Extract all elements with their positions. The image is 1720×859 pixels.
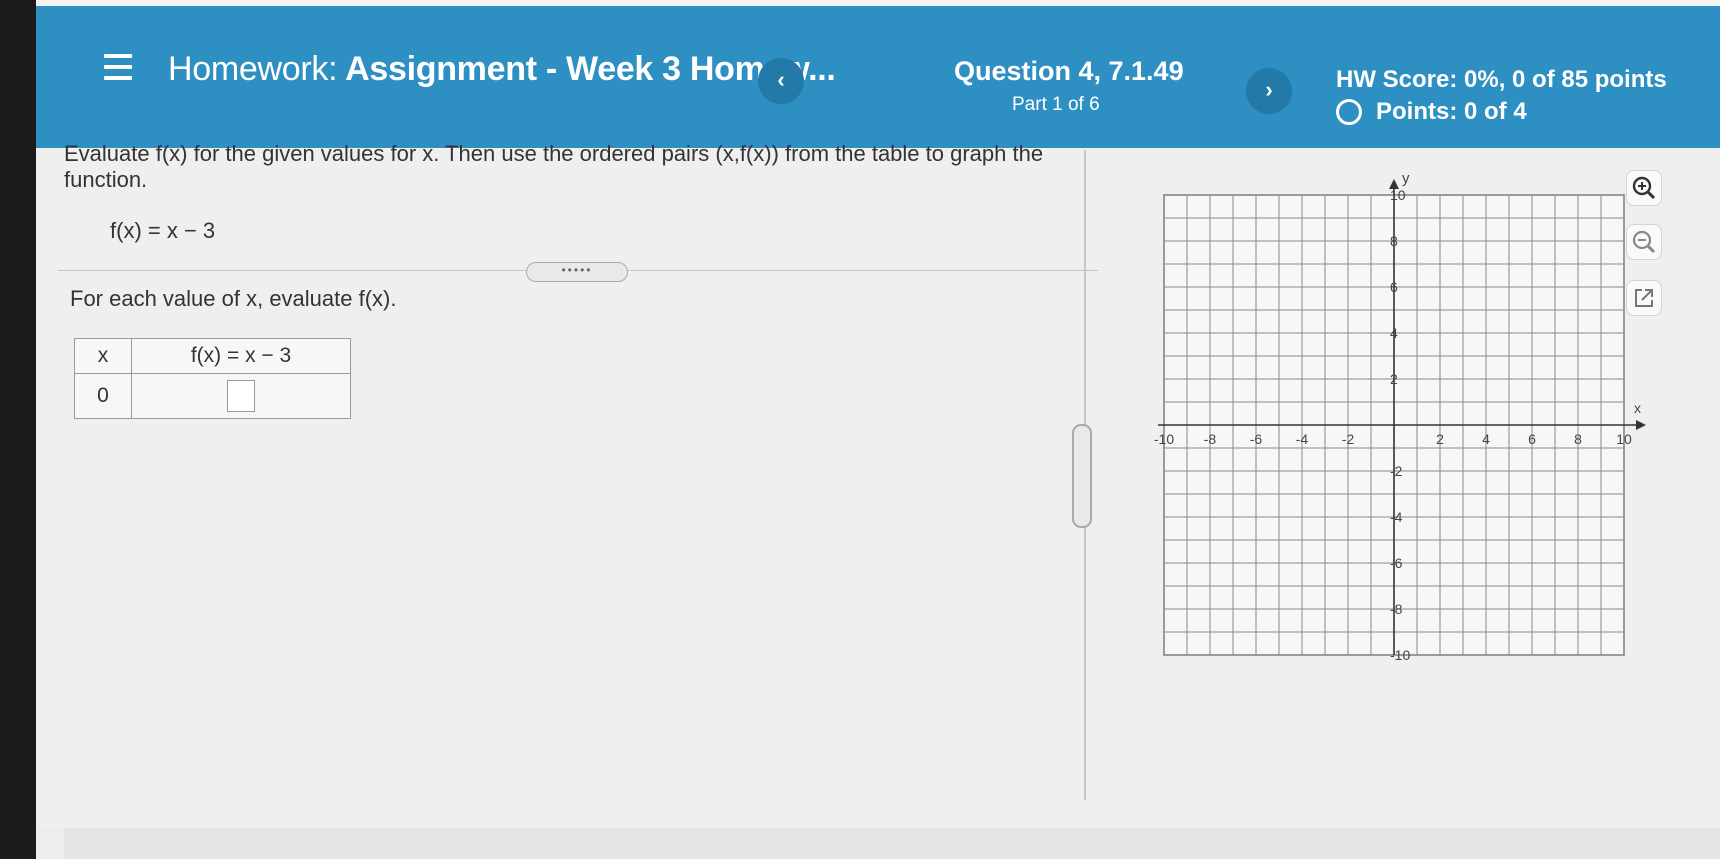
coordinate-grid[interactable]: x y -10 -8 -6 -4 -2 2 4 6 8 10 10 8 6 4 2 -2 -4 -6 -8 -10: [1116, 165, 1656, 685]
menu-icon[interactable]: [104, 54, 132, 80]
monitor-bezel: [0, 0, 36, 859]
x-tick-label: 4: [1482, 431, 1490, 447]
previous-question-button[interactable]: ‹: [758, 58, 804, 104]
y-tick-label: 8: [1390, 233, 1398, 249]
y-tick-label: -4: [1390, 509, 1403, 525]
x-tick-label: -10: [1154, 431, 1174, 447]
y-tick-label: 4: [1390, 325, 1398, 341]
x-tick-label: 10: [1616, 431, 1632, 447]
question-title: Question 4, 7.1.49: [954, 56, 1184, 86]
points-label: Points: 0 of 4: [1376, 98, 1527, 125]
popout-button[interactable]: [1626, 280, 1662, 316]
y-tick-label: 6: [1390, 279, 1398, 295]
y-tick-label: -2: [1390, 463, 1403, 479]
table-header-row: x f(x) = x − 3: [74, 338, 351, 374]
y-tick-label: 10: [1390, 187, 1406, 203]
zoom-in-icon: [1632, 176, 1656, 200]
x-axis-arrow: [1636, 420, 1646, 430]
x-tick-label: -2: [1342, 431, 1355, 447]
graph-panel[interactable]: x y -10 -8 -6 -4 -2 2 4 6 8 10 10 8 6 4 2 -2 -4 -6 -8 -10: [1116, 165, 1656, 690]
cell-fx: [131, 373, 351, 419]
y-tick-label: -10: [1390, 647, 1410, 663]
zoom-out-button[interactable]: [1626, 224, 1662, 260]
cell-x: 0: [74, 373, 132, 419]
column-header-fx: f(x) = x − 3: [131, 338, 351, 374]
assignment-title: Homework: Assignment - Week 3 Homew...: [168, 50, 836, 89]
answer-input[interactable]: [227, 380, 255, 412]
hw-score: HW Score: 0%, 0 of 85 points: [1336, 66, 1667, 93]
y-tick-label: 2: [1390, 371, 1398, 387]
function-definition: f(x) = x − 3: [110, 218, 216, 243]
footer-bar: [64, 828, 1720, 859]
next-question-button[interactable]: ›: [1246, 68, 1292, 114]
points-status: Points: 0 of 4: [1336, 98, 1527, 126]
zoom-out-icon: [1632, 230, 1656, 254]
question-prompt: Evaluate f(x) for the given values for x…: [64, 141, 1044, 192]
question-part: Part 1 of 6: [1012, 94, 1100, 115]
x-axis-label: x: [1634, 400, 1641, 416]
y-tick-label: -6: [1390, 555, 1403, 571]
screen: Homework: Assignment - Week 3 Homew... ‹…: [36, 0, 1720, 859]
zoom-in-button[interactable]: [1626, 170, 1662, 206]
table-row: 0: [74, 373, 351, 419]
y-tick-label: -8: [1390, 601, 1403, 617]
x-tick-label: -6: [1250, 431, 1263, 447]
popout-icon: [1635, 289, 1653, 307]
x-tick-label: 6: [1528, 431, 1536, 447]
column-header-x: x: [74, 338, 132, 374]
assignment-header: Homework: Assignment - Week 3 Homew... ‹…: [36, 6, 1720, 148]
x-tick-label: -4: [1296, 431, 1309, 447]
x-tick-label: 2: [1436, 431, 1444, 447]
x-tick-label: 8: [1574, 431, 1582, 447]
incomplete-circle-icon: [1336, 99, 1362, 125]
x-tick-label: -8: [1204, 431, 1217, 447]
instruction-text: For each value of x, evaluate f(x).: [70, 286, 397, 311]
panel-resize-handle[interactable]: [1072, 424, 1092, 528]
expand-handle[interactable]: •••••: [526, 262, 628, 282]
values-table: x f(x) = x − 3 0: [74, 338, 351, 419]
title-prefix: Homework:: [168, 50, 338, 88]
y-axis-label: y: [1402, 170, 1410, 187]
